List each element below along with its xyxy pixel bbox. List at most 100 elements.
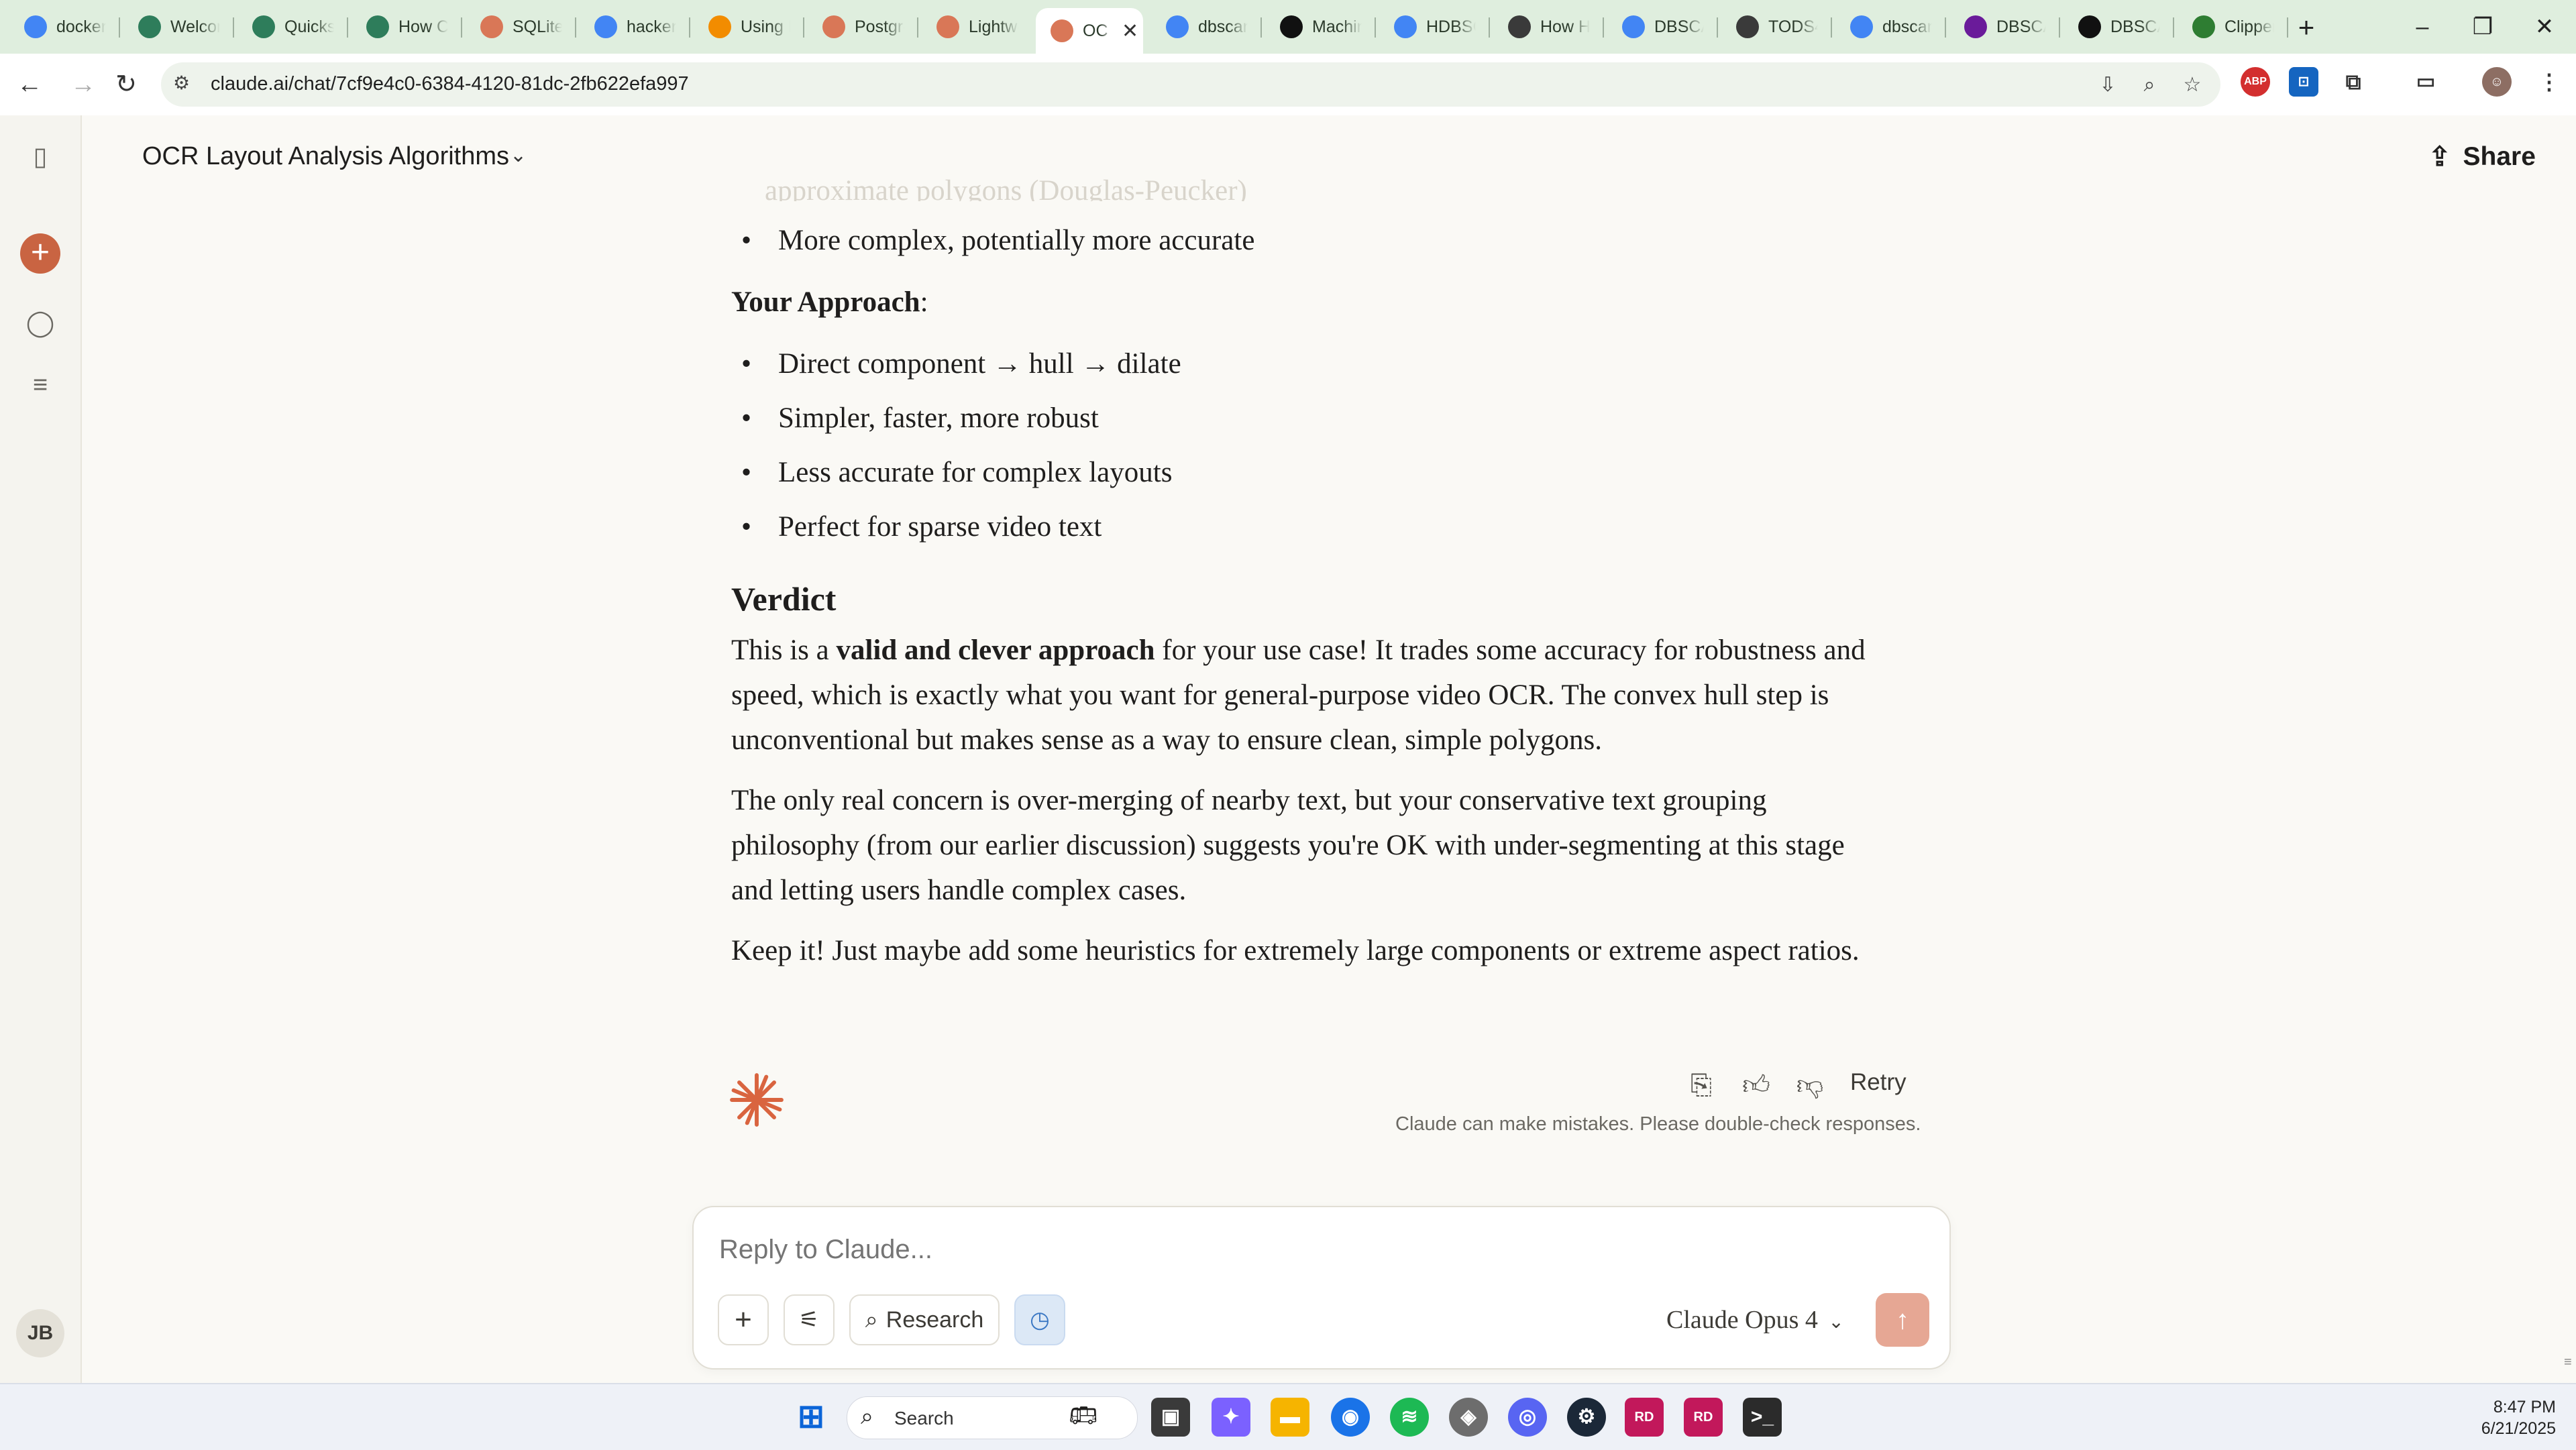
scrollbar-grip[interactable]: ≡ bbox=[2564, 1355, 2575, 1382]
browser-tab[interactable]: Postgres bbox=[808, 8, 914, 46]
openai-icon bbox=[366, 15, 389, 38]
model-selector[interactable]: Claude Opus 4 ⌄ bbox=[1666, 1305, 1844, 1335]
new-chat-button[interactable]: + bbox=[20, 233, 60, 274]
verdict-heading: Verdict bbox=[731, 580, 837, 618]
tab-separator bbox=[347, 17, 348, 38]
rider-icon[interactable]: RD bbox=[1625, 1398, 1664, 1437]
tab-title: DBSCAN bbox=[1654, 17, 1704, 36]
clock-date: 6/21/2025 bbox=[2481, 1419, 2556, 1438]
terminal-icon[interactable]: >_ bbox=[1743, 1398, 1782, 1437]
close-tab-icon[interactable]: ✕ bbox=[1122, 19, 1138, 43]
minimize-button[interactable]: – bbox=[2392, 0, 2453, 54]
windows-start-icon[interactable]: ⊞ bbox=[792, 1398, 830, 1437]
zoom-icon[interactable]: ⌕ bbox=[2136, 72, 2163, 99]
extensions-puzzle-icon[interactable]: ⧉ bbox=[2339, 67, 2368, 97]
user-avatar[interactable]: JB bbox=[16, 1309, 64, 1357]
new-tab-button[interactable]: + bbox=[2288, 9, 2325, 47]
browser-tab[interactable]: docker bbox=[9, 8, 115, 46]
file-explorer-icon[interactable]: ▬ bbox=[1271, 1398, 1309, 1437]
browser-tab[interactable]: Machine bbox=[1265, 8, 1371, 46]
tab-separator bbox=[1831, 17, 1832, 38]
copy-icon[interactable]: ⎘ bbox=[1682, 1066, 1720, 1104]
task-view-icon[interactable]: ▣ bbox=[1151, 1398, 1190, 1437]
send-button[interactable]: ↑ bbox=[1876, 1293, 1929, 1347]
browser-tab[interactable]: Using F bbox=[694, 8, 800, 46]
toggle-sidebar-icon[interactable]: ▯ bbox=[23, 140, 58, 174]
browser-tab[interactable]: dbscan bbox=[1835, 8, 1941, 46]
browser-tab[interactable]: DBSCA bbox=[1949, 8, 2055, 46]
chat-title[interactable]: OCR Layout Analysis Algorithms bbox=[142, 142, 509, 171]
browser-tab[interactable]: DBSCAN bbox=[1607, 8, 1713, 46]
research-button[interactable]: ⌕ Research bbox=[849, 1294, 1000, 1345]
discord-icon[interactable]: ◎ bbox=[1508, 1398, 1547, 1437]
browser-tab[interactable]: TODS4 bbox=[1721, 8, 1827, 46]
clipper-icon bbox=[2192, 15, 2215, 38]
reload-button[interactable]: ↻ bbox=[109, 67, 144, 102]
tab-separator bbox=[1375, 17, 1376, 38]
reply-input[interactable] bbox=[718, 1234, 1861, 1266]
rider-icon-2[interactable]: RD bbox=[1684, 1398, 1723, 1437]
search-highlight-icon: 🚌︎ bbox=[1069, 1403, 1098, 1429]
close-window-button[interactable]: ✕ bbox=[2514, 0, 2575, 54]
thumbs-up-icon[interactable]: 👍︎ bbox=[1737, 1066, 1775, 1104]
browser-tab[interactable]: How H bbox=[1493, 8, 1599, 46]
browser-tab[interactable]: Lightweight bbox=[922, 8, 1028, 46]
overwatch-icon[interactable]: ◈ bbox=[1449, 1398, 1488, 1437]
chevron-down-icon[interactable]: ⌄ bbox=[510, 144, 527, 167]
chrome-icon[interactable]: ◉ bbox=[1331, 1398, 1370, 1437]
site-info-icon[interactable]: ⚙ bbox=[173, 72, 199, 97]
forward-button[interactable]: → bbox=[66, 67, 101, 102]
spotify-icon[interactable]: ≋ bbox=[1390, 1398, 1429, 1437]
tab-search-icon[interactable]: ▭ bbox=[2411, 67, 2440, 97]
bookmark-star-icon[interactable]: ☆ bbox=[2179, 72, 2206, 99]
browser-tab[interactable]: Clipper bbox=[2178, 8, 2284, 46]
browser-tab[interactable]: SQLite bbox=[466, 8, 572, 46]
tools-settings-button[interactable]: ⚟ bbox=[784, 1294, 835, 1345]
clock-history-button[interactable]: ◷ bbox=[1014, 1294, 1065, 1345]
browser-tab[interactable]: How Cl bbox=[352, 8, 458, 46]
chats-icon[interactable]: ◯ bbox=[23, 306, 58, 341]
copilot-icon[interactable]: ✦ bbox=[1212, 1398, 1250, 1437]
claude-icon bbox=[480, 15, 503, 38]
wikipedia-icon bbox=[2078, 15, 2101, 38]
adblock-extension-icon[interactable]: ABP bbox=[2241, 67, 2270, 97]
back-button[interactable]: ← bbox=[12, 67, 47, 102]
browser-tab[interactable]: DBSCA bbox=[2063, 8, 2169, 46]
install-app-icon[interactable]: ⇩ bbox=[2094, 72, 2121, 99]
share-button[interactable]: ⇪ Share bbox=[2428, 135, 2536, 178]
tab-title: SQLite bbox=[513, 17, 562, 36]
address-bar[interactable]: ⚙ claude.ai/chat/7cf9e4c0-6384-4120-81dc… bbox=[161, 62, 2220, 107]
google-icon bbox=[1850, 15, 1873, 38]
url-text[interactable]: claude.ai/chat/7cf9e4c0-6384-4120-81dc-2… bbox=[211, 73, 689, 95]
para1-bold: valid and clever approach bbox=[836, 634, 1155, 666]
add-attachment-button[interactable]: + bbox=[718, 1294, 769, 1345]
list-item: Direct component → hull → dilate bbox=[741, 347, 1181, 380]
orange-shield-icon bbox=[708, 15, 731, 38]
browser-tab[interactable]: HDBSCAN bbox=[1379, 8, 1485, 46]
tab-title: Machine bbox=[1312, 17, 1362, 36]
disclaimer-text: Claude can make mistakes. Please double-… bbox=[1395, 1113, 1921, 1135]
profile-avatar-icon[interactable]: ☺ bbox=[2482, 67, 2512, 97]
thumbs-down-icon[interactable]: 👎︎ bbox=[1791, 1066, 1829, 1104]
taskbar-search[interactable]: ⌕ Search 🚌︎ bbox=[847, 1396, 1138, 1439]
browser-tab[interactable]: hacker bbox=[580, 8, 686, 46]
browser-tab[interactable]: dbscan bbox=[1151, 8, 1257, 46]
browser-tab[interactable]: Welcome bbox=[123, 8, 229, 46]
steam-icon[interactable]: ⚙ bbox=[1567, 1398, 1606, 1437]
clock-time: 8:47 PM bbox=[2493, 1398, 2556, 1416]
system-clock[interactable]: 8:47 PM 6/21/2025 bbox=[2442, 1396, 2556, 1439]
browser-tab[interactable]: OC ✕ bbox=[1036, 8, 1143, 54]
openai-icon bbox=[138, 15, 161, 38]
browser-tab[interactable]: Quickstart bbox=[237, 8, 343, 46]
retry-button[interactable]: Retry bbox=[1850, 1069, 1907, 1096]
tab-separator bbox=[1717, 17, 1718, 38]
tab-separator bbox=[2173, 17, 2174, 38]
tab-title: docker bbox=[56, 17, 106, 36]
projects-icon[interactable]: ≡ bbox=[23, 368, 58, 402]
extension-icon[interactable]: ⊡ bbox=[2289, 67, 2318, 97]
browser-menu-icon[interactable]: ⋮ bbox=[2534, 67, 2564, 97]
list-item: More complex, potentially more accurate bbox=[741, 224, 1254, 257]
tab-title: Welcome bbox=[170, 17, 220, 36]
restore-button[interactable]: ❐ bbox=[2453, 0, 2513, 54]
tab-title: OC bbox=[1083, 21, 1108, 40]
